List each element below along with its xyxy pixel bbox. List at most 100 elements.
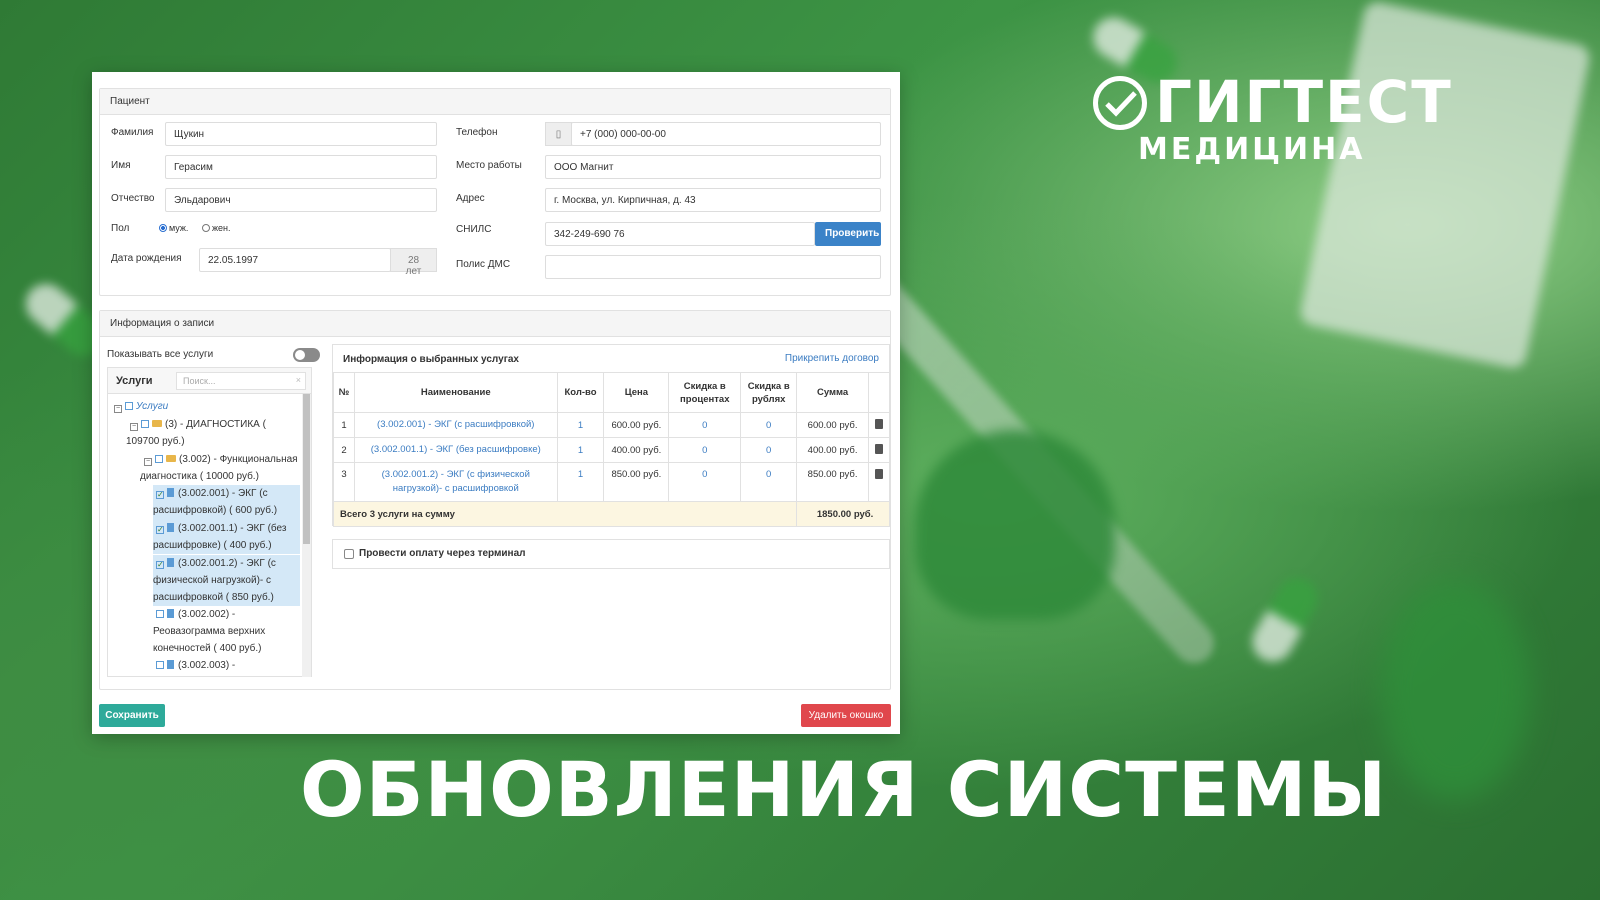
service-name-link[interactable]: (3.002.001) - ЭКГ (с расшифровкой) [353,412,558,438]
services-tree: Услуги Поиск... × − Услуги − (3) - ДИАГНОС… [107,367,312,677]
file-icon [167,523,174,532]
service-name-link[interactable]: (3.002.001.2) - ЭКГ (с физической нагруз… [353,462,558,502]
patronymic-label: Отчество [111,193,155,204]
discount-rub-cell[interactable]: 0 [740,412,798,438]
name-field[interactable]: Герасим [165,155,437,179]
qty-cell[interactable]: 1 [556,437,605,463]
address-label: Адрес [456,193,485,204]
check-snils-button[interactable]: Проверить [815,222,881,246]
total-row: Всего 3 услуги на сумму 1850.00 руб. [332,501,890,527]
checkbox-icon[interactable] [125,402,133,410]
sex-label: Пол [111,223,130,234]
discount-pct-cell[interactable]: 0 [668,462,742,502]
delete-window-button[interactable]: Удалить окошко [801,704,891,727]
tree-node-3002003[interactable]: (3.002.003) - [153,657,235,674]
services-table: № Наименование Кол-во Цена Скидка в проц… [332,372,891,527]
col-sum: Сумма [796,372,869,413]
patient-panel: Пациент Фамилия Щукин Имя Герасим Отчест… [99,88,891,296]
workplace-label: Место работы [456,160,522,171]
checkbox-icon[interactable] [155,455,163,463]
dms-label: Полис ДМС [456,259,511,270]
col-discount-pct: Скидка в процентах [668,372,742,413]
tree-node-diagnostics-line2: 109700 руб.) [126,436,185,447]
checkbox-icon[interactable] [156,610,164,618]
checkbox-icon[interactable] [141,420,149,428]
table-row: 1 (3.002.001) - ЭКГ (с расшифровкой) 1 6… [333,412,891,438]
tree-node-reo[interactable]: (3.002.002) - Реовазограмма верхних коне… [153,606,300,657]
surname-label: Фамилия [111,127,154,138]
background-clipboard [1298,0,1592,371]
scrollbar-thumb[interactable] [303,394,310,544]
service-name-link[interactable]: (3.002.001.1) - ЭКГ (без расшифровке) [353,437,558,463]
services-tree-body: − Услуги − (3) - ДИАГНОСТИКА ( 109700 руб.… [108,394,303,677]
surname-field[interactable]: Щукин [165,122,437,146]
brand-logo: ГИГТЕСТ МЕДИЦИНА [1093,68,1453,172]
table-row: 2 (3.002.001.1) - ЭКГ (без расшифровке) … [333,437,891,463]
checkbox-checked-icon[interactable]: ✓ [156,491,164,499]
services-tree-title: Услуги [116,375,153,387]
collapse-icon[interactable]: − [144,458,152,466]
selected-services-title: Информация о выбранных услугах [343,354,519,365]
sex-radio-male[interactable]: муж. [159,223,188,233]
checkbox-checked-icon[interactable]: ✓ [156,561,164,569]
headline: ОБНОВЛЕНИЯ СИСТЕМЫ [300,745,1388,834]
discount-pct-cell[interactable]: 0 [668,412,742,438]
background-heart [915,430,1115,620]
dms-field[interactable] [545,255,881,279]
trash-icon[interactable] [874,443,883,454]
total-label: Всего 3 услуги на сумму [332,501,798,527]
trash-icon[interactable] [874,469,883,479]
show-all-toggle[interactable] [293,348,320,362]
record-panel-title: Информация о записи [100,311,890,337]
services-search-input[interactable]: Поиск... × [176,372,306,390]
address-field[interactable]: г. Москва, ул. Кирпичная, д. 43 [545,188,881,212]
appointment-window: Пациент Фамилия Щукин Имя Герасим Отчест… [92,72,900,734]
discount-rub-cell[interactable]: 0 [740,462,798,502]
discount-rub-cell[interactable]: 0 [740,437,798,463]
brand-name: ГИГТЕСТ [1155,68,1453,136]
col-actions [867,372,891,413]
name-label: Имя [111,160,131,171]
snils-label: СНИЛС [456,224,492,235]
save-button[interactable]: Сохранить [99,704,165,727]
patient-panel-title: Пациент [100,89,890,115]
file-icon [167,558,174,567]
background-pill [1245,571,1325,669]
collapse-icon[interactable]: − [114,405,122,413]
selected-services-panel: Информация о выбранных услугах Прикрепит… [332,344,891,527]
snils-field[interactable]: 342-249-690 76 [545,222,815,246]
phone-field[interactable]: +7 (000) 000-00-00 [571,122,881,146]
tree-node-root[interactable]: − Услуги [114,398,168,415]
collapse-icon[interactable]: − [130,423,138,431]
phone-icon: ▯ [545,122,572,146]
clear-icon[interactable]: × [296,375,301,385]
trash-icon[interactable] [874,418,883,429]
attach-contract-link[interactable]: Прикрепить договор [785,353,879,364]
folder-icon [152,420,162,427]
table-row: 3 (3.002.001.2) - ЭКГ (с физической нагр… [333,462,891,502]
birthdate-field[interactable]: 22.05.1997 [199,248,391,272]
age-addon: 28 лет [390,248,437,277]
tree-node-ekg-3[interactable]: ✓ (3.002.001.2) - ЭКГ (с физической нагру… [153,555,300,606]
qty-cell[interactable]: 1 [556,412,605,438]
tree-scrollbar[interactable] [302,394,311,677]
checkbox-checked-icon[interactable]: ✓ [156,526,164,534]
checkmark-logo-icon [1093,76,1147,130]
sex-radio-female[interactable]: жен. [202,223,231,233]
tree-node-functional[interactable]: − (3.002) - Функциональная [144,451,298,468]
tree-node-ekg-2[interactable]: ✓ (3.002.001.1) - ЭКГ (без расшифровке) (… [153,520,300,554]
discount-pct-cell[interactable]: 0 [668,437,742,463]
col-number: № [333,372,355,413]
qty-cell[interactable]: 1 [556,462,605,502]
terminal-payment-checkbox[interactable] [344,549,354,559]
col-discount-rub: Скидка в рублях [740,372,798,413]
brand-subtitle: МЕДИЦИНА [1138,132,1366,167]
tree-node-diagnostics[interactable]: − (3) - ДИАГНОСТИКА ( [130,416,266,433]
workplace-field[interactable]: ООО Магнит [545,155,881,179]
tree-node-functional-line2: диагностика ( 10000 руб.) [140,471,259,482]
checkbox-icon[interactable] [156,661,164,669]
terminal-payment-row: Провести оплату через терминал [332,539,890,569]
patronymic-field[interactable]: Эльдарович [165,188,437,212]
table-header-row: № Наименование Кол-во Цена Скидка в проц… [333,372,891,413]
services-tree-header: Услуги Поиск... × [108,368,311,394]
